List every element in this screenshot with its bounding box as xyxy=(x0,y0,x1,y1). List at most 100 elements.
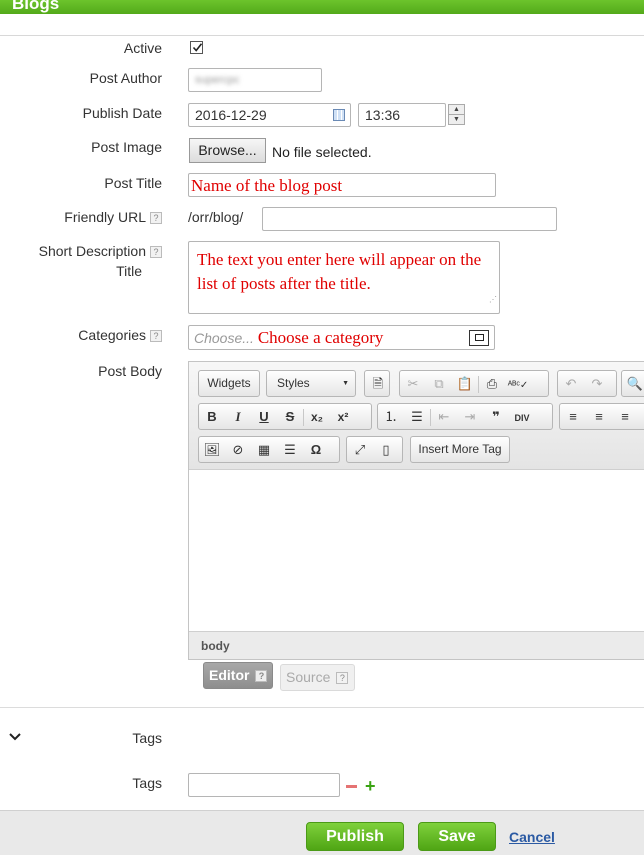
post-title-input[interactable]: Name of the blog post xyxy=(188,173,496,197)
underline-icon[interactable]: U xyxy=(251,404,277,429)
friendly-url-input[interactable] xyxy=(262,207,557,231)
widgets-button[interactable]: Widgets xyxy=(198,370,260,397)
italic-icon[interactable]: I xyxy=(225,404,251,429)
categories-select[interactable]: Choose... Choose a category xyxy=(188,325,495,350)
publish-time-input[interactable]: 13:36 xyxy=(358,103,446,127)
styles-dropdown[interactable]: Styles ▼ xyxy=(266,370,356,397)
section-divider xyxy=(0,707,644,708)
spinner-down-icon[interactable]: ▼ xyxy=(449,115,464,125)
view-group: ⤢ ▯ xyxy=(346,436,403,463)
indent-icon[interactable]: ⇥ xyxy=(457,404,483,429)
collapse-chevron-icon[interactable] xyxy=(8,729,22,745)
expand-icon[interactable] xyxy=(469,330,489,346)
short-description-textarea[interactable]: The text you enter here will appear on t… xyxy=(188,241,500,314)
rich-text-editor[interactable]: Widgets Styles ▼ 🗎 ✂ ⧉ 📋 ⎙ ᴬᴮᶜ✓ ↶ ↷ 🔍 B I U Sx₂ x… xyxy=(188,361,644,660)
undo-icon[interactable]: ↶ xyxy=(558,371,584,396)
bullet-list-icon[interactable]: ☰ xyxy=(404,404,430,429)
add-tag-icon[interactable]: + xyxy=(365,777,376,795)
post-body-label: Post Body xyxy=(98,363,162,379)
file-status-text: No file selected. xyxy=(272,144,372,160)
bold-icon[interactable]: B xyxy=(199,404,225,429)
post-title-label: Post Title xyxy=(104,175,162,191)
special-character-icon[interactable]: Ω xyxy=(303,437,329,462)
help-icon[interactable]: ? xyxy=(336,672,349,684)
formatting-group: B I U Sx₂ x² xyxy=(198,403,372,430)
publish-date-label: Publish Date xyxy=(82,105,162,121)
active-label: Active xyxy=(123,40,162,56)
short-description-label-line2: Title xyxy=(116,263,142,279)
publish-date-input[interactable]: 2016-12-29 xyxy=(188,103,351,127)
cut-icon[interactable]: ✂ xyxy=(400,371,426,396)
calendar-icon[interactable] xyxy=(333,109,345,121)
publish-button[interactable]: Publish xyxy=(306,822,404,851)
categories-placeholder: Choose... xyxy=(194,330,254,346)
cancel-link[interactable]: Cancel xyxy=(509,829,555,845)
maximize-icon[interactable]: ⤢ xyxy=(347,437,373,462)
tags-label: Tags xyxy=(132,775,162,791)
resize-handle-icon[interactable]: ⋰ xyxy=(489,288,497,312)
lists-group: ⒈ ☰ ⇤ ⇥ ❞ DIV xyxy=(377,403,553,430)
insert-group: 🖼 ⊘ ▦ ☰ Ω xyxy=(198,436,340,463)
short-description-value: The text you enter here will appear on t… xyxy=(197,250,482,293)
friendly-url-label: Friendly URL? xyxy=(64,209,162,225)
page-title: Blogs xyxy=(12,0,60,13)
tags-section-toggle[interactable]: Tags xyxy=(132,730,162,746)
show-blocks-icon[interactable]: ▯ xyxy=(373,437,399,462)
browse-button[interactable]: Browse... xyxy=(189,138,266,163)
subscript-icon[interactable]: x₂ xyxy=(304,405,330,429)
tab-source[interactable]: Source? xyxy=(280,664,355,691)
editor-content-area[interactable] xyxy=(189,471,644,631)
remove-tag-icon[interactable] xyxy=(346,785,357,788)
categories-label: Categories? xyxy=(78,327,162,343)
clipboard-group: ✂ ⧉ 📋 ⎙ ᴬᴮᶜ✓ xyxy=(399,370,549,397)
align-left-icon[interactable]: ≡ xyxy=(560,404,586,429)
document-button[interactable]: 🗎 xyxy=(364,370,390,397)
short-description-label: Short Description? xyxy=(39,243,162,259)
spellcheck-icon[interactable]: ᴬᴮᶜ✓ xyxy=(505,373,531,396)
table-icon[interactable]: ▦ xyxy=(251,437,277,462)
find-group: 🔍 xyxy=(621,370,644,397)
short-description-label-text: Short Description xyxy=(38,243,146,259)
align-center-icon[interactable]: ≡ xyxy=(586,404,612,429)
publish-date-value: 2016-12-29 xyxy=(195,107,267,123)
image-icon[interactable]: 🖼 xyxy=(199,437,225,462)
chevron-down-icon: ▼ xyxy=(342,380,349,387)
paste-icon[interactable]: 📋 xyxy=(452,371,478,396)
page-header: Blogs xyxy=(0,0,644,24)
tab-source-label: Source xyxy=(286,669,331,685)
categories-annotation: Choose a category xyxy=(257,328,384,347)
friendly-url-prefix: /orr/blog/ xyxy=(188,209,244,225)
spinner-up-icon[interactable]: ▲ xyxy=(449,105,464,115)
friendly-url-label-text: Friendly URL xyxy=(64,209,146,225)
active-checkbox[interactable] xyxy=(190,41,203,54)
save-button[interactable]: Save xyxy=(418,822,496,851)
time-spinner[interactable]: ▲ ▼ xyxy=(448,104,465,125)
horizontal-line-icon[interactable]: ☰ xyxy=(277,437,303,462)
post-author-input[interactable]: supercpc xyxy=(188,68,322,92)
post-author-label: Post Author xyxy=(89,70,162,86)
tags-input[interactable] xyxy=(188,773,340,797)
editor-statusbar[interactable]: body xyxy=(189,631,644,659)
insert-more-tag-button[interactable]: Insert More Tag xyxy=(410,436,510,463)
post-title-value: Name of the blog post xyxy=(191,176,343,195)
print-icon[interactable]: ⎙ xyxy=(479,371,505,396)
help-icon[interactable]: ? xyxy=(150,246,162,258)
search-icon[interactable]: 🔍 xyxy=(622,371,644,396)
help-icon[interactable]: ? xyxy=(150,212,162,224)
strikethrough-icon[interactable]: S xyxy=(277,404,303,429)
align-group: ≡ ≡ ≡ xyxy=(559,403,644,430)
outdent-icon[interactable]: ⇤ xyxy=(431,404,457,429)
align-right-icon[interactable]: ≡ xyxy=(612,404,638,429)
copy-icon[interactable]: ⧉ xyxy=(426,371,452,396)
post-image-label: Post Image xyxy=(91,139,162,155)
blockquote-icon[interactable]: ❞ xyxy=(483,404,509,429)
redo-icon[interactable]: ↷ xyxy=(584,371,610,396)
superscript-icon[interactable]: x² xyxy=(330,405,356,429)
help-icon[interactable]: ? xyxy=(150,330,162,342)
flash-icon[interactable]: ⊘ xyxy=(225,437,251,462)
help-icon[interactable]: ? xyxy=(255,670,268,682)
document-icon: 🗎 xyxy=(372,376,384,391)
tab-editor[interactable]: Editor? xyxy=(203,662,273,689)
numbered-list-icon[interactable]: ⒈ xyxy=(378,404,404,429)
div-container-icon[interactable]: DIV xyxy=(509,406,535,429)
